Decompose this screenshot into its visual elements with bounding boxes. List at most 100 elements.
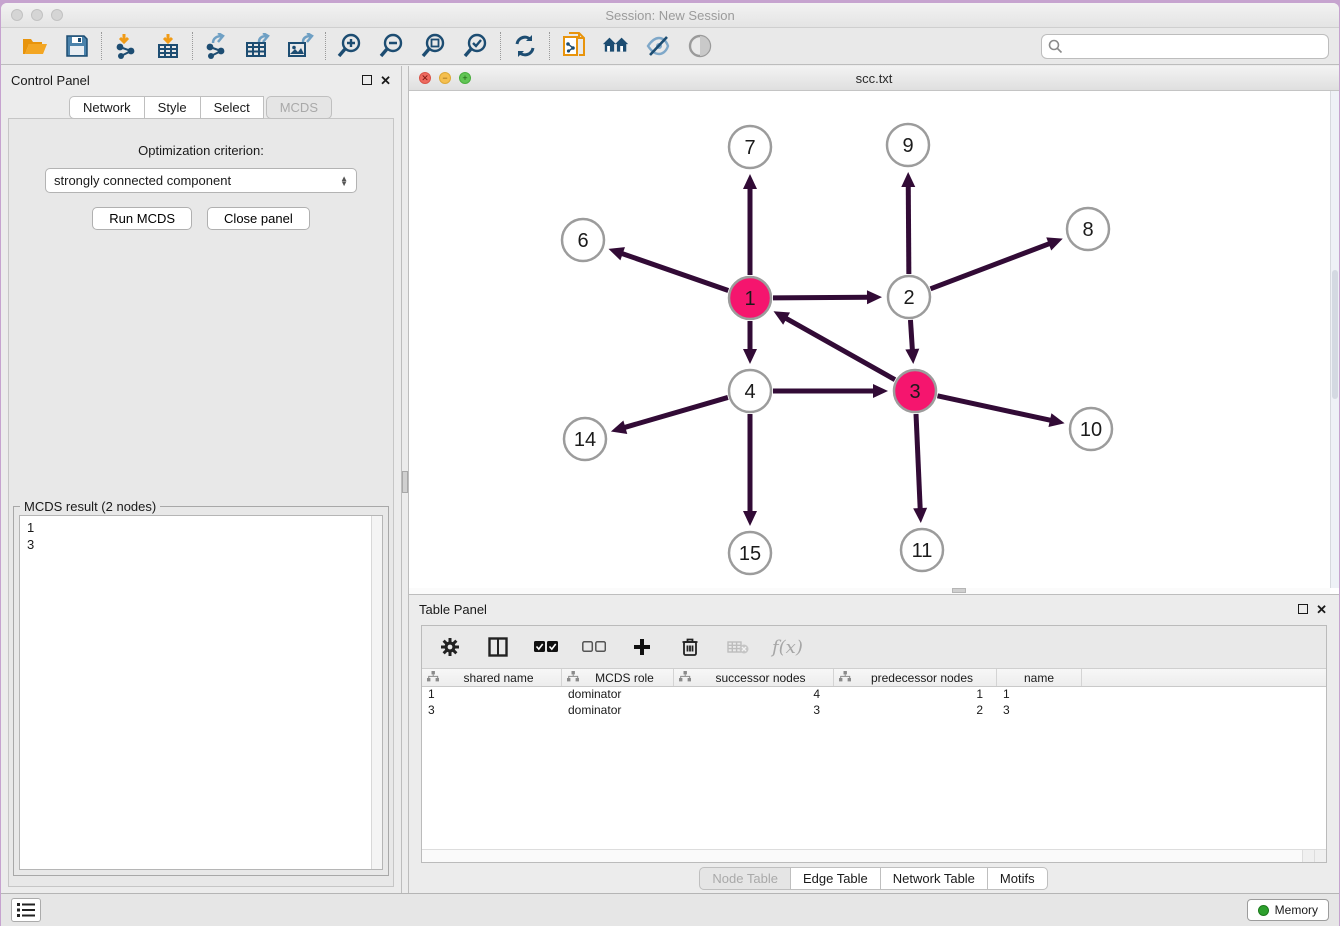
column-layout-icon[interactable]: [484, 633, 512, 661]
control-panel-title: Control Panel: [11, 73, 90, 88]
table-row[interactable]: 3dominator323: [422, 703, 1326, 719]
node-label-9: 9: [902, 135, 913, 157]
column-header-successor-nodes[interactable]: successor nodes: [674, 669, 834, 686]
edge-4-14[interactable]: [623, 397, 728, 427]
run-mcds-button[interactable]: Run MCDS: [92, 207, 192, 230]
control-tabs: NetworkStyleSelectMCDS: [1, 96, 401, 119]
task-history-button[interactable]: [11, 898, 41, 922]
add-column-icon[interactable]: [628, 633, 656, 661]
edge-1-2[interactable]: [773, 297, 869, 298]
edge-3-11[interactable]: [916, 414, 920, 510]
tab-mcds[interactable]: MCDS: [266, 96, 332, 119]
zoom-fit-icon[interactable]: [420, 32, 448, 60]
export-table-icon[interactable]: [245, 32, 273, 60]
flatten-hierarchy-icon: [838, 670, 852, 686]
table-cell[interactable]: 1: [997, 687, 1082, 703]
deselect-all-icon[interactable]: [580, 633, 608, 661]
node-label-14: 14: [574, 429, 596, 451]
save-session-icon[interactable]: [63, 32, 91, 60]
network-canvas[interactable]: 7968124314101511: [409, 91, 1339, 594]
arrowhead-icon: [905, 349, 919, 364]
show-details-icon[interactable]: [686, 32, 714, 60]
criterion-select[interactable]: strongly connected component ▲▼: [45, 168, 357, 193]
column-header-name[interactable]: name: [997, 669, 1082, 686]
column-header-shared-name[interactable]: shared name: [422, 669, 562, 686]
zoom-out-icon[interactable]: [378, 32, 406, 60]
network-graph[interactable]: 7968124314101511: [409, 91, 1330, 588]
status-bar: Memory: [1, 893, 1339, 926]
network-title: scc.txt: [409, 71, 1339, 86]
node-label-6: 6: [577, 230, 588, 252]
table-cell[interactable]: 3: [997, 703, 1082, 719]
criterion-value: strongly connected component: [54, 173, 231, 188]
table-cell[interactable]: dominator: [562, 687, 674, 703]
float-panel-icon[interactable]: [362, 75, 372, 85]
network-titlebar[interactable]: ✕ − + scc.txt: [409, 66, 1339, 91]
node-table[interactable]: shared nameMCDS rolesuccessor nodesprede…: [422, 668, 1326, 849]
table-tabs: Node TableEdge TableNetwork TableMotifs: [409, 863, 1339, 893]
first-neighbors-icon[interactable]: [602, 32, 630, 60]
mcds-result-text[interactable]: 1 3: [19, 515, 383, 870]
select-all-icon[interactable]: [532, 633, 560, 661]
table-cell[interactable]: 2: [834, 703, 997, 719]
tab-style[interactable]: Style: [144, 96, 201, 119]
table-panel: Table Panel ✕: [409, 595, 1339, 893]
arrowhead-icon: [743, 511, 757, 526]
edge-2-9[interactable]: [908, 185, 909, 274]
tab-select[interactable]: Select: [200, 96, 264, 119]
mcds-result-group: MCDS result (2 nodes) 1 3: [13, 506, 389, 876]
arrowhead-icon: [611, 421, 627, 434]
table-row[interactable]: 1dominator411: [422, 687, 1326, 703]
import-table-icon[interactable]: [154, 32, 182, 60]
close-panel-button[interactable]: Close panel: [207, 207, 310, 230]
splitter-handle[interactable]: [402, 471, 408, 493]
refresh-icon[interactable]: [511, 32, 539, 60]
column-header-predecessor-nodes[interactable]: predecessor nodes: [834, 669, 997, 686]
result-scrollbar[interactable]: [371, 516, 382, 869]
close-panel-icon[interactable]: ✕: [380, 74, 391, 87]
network-vscrollbar[interactable]: [1330, 91, 1339, 588]
tab-motifs[interactable]: Motifs: [987, 867, 1048, 890]
column-header-MCDS-role[interactable]: MCDS role: [562, 669, 674, 686]
edge-2-8[interactable]: [931, 243, 1051, 289]
tab-edge-table[interactable]: Edge Table: [790, 867, 881, 890]
table-cell[interactable]: dominator: [562, 703, 674, 719]
node-label-7: 7: [744, 137, 755, 159]
tab-node-table[interactable]: Node Table: [699, 867, 791, 890]
table-cell[interactable]: 3: [674, 703, 834, 719]
search-input[interactable]: [1041, 34, 1329, 59]
memory-button[interactable]: Memory: [1247, 899, 1329, 921]
zoom-in-icon[interactable]: [336, 32, 364, 60]
edge-3-10[interactable]: [937, 396, 1051, 421]
table-hscrollbar[interactable]: [422, 849, 1326, 862]
hide-details-icon[interactable]: [644, 32, 672, 60]
edge-2-3[interactable]: [910, 320, 912, 351]
open-session-icon[interactable]: [21, 32, 49, 60]
edge-1-6[interactable]: [621, 253, 728, 290]
table-cell[interactable]: 4: [674, 687, 834, 703]
table-cell[interactable]: 3: [422, 703, 562, 719]
edge-3-1[interactable]: [785, 318, 895, 380]
arrowhead-icon: [609, 247, 625, 260]
import-network-icon[interactable]: [112, 32, 140, 60]
table-cell[interactable]: 1: [834, 687, 997, 703]
export-image-icon[interactable]: [287, 32, 315, 60]
node-label-2: 2: [903, 287, 914, 309]
table-header-row: shared nameMCDS rolesuccessor nodesprede…: [422, 668, 1326, 687]
main-toolbar: [1, 28, 1339, 65]
arrowhead-icon: [743, 349, 757, 364]
panel-splitter[interactable]: [401, 66, 409, 893]
mcds-result-title: MCDS result (2 nodes): [20, 499, 160, 514]
delete-column-icon[interactable]: [676, 633, 704, 661]
export-network-icon[interactable]: [203, 32, 231, 60]
table-cell[interactable]: 1: [422, 687, 562, 703]
tab-network-table[interactable]: Network Table: [880, 867, 988, 890]
table-settings-icon[interactable]: [436, 633, 464, 661]
close-table-panel-icon[interactable]: ✕: [1316, 603, 1327, 616]
float-table-panel-icon[interactable]: [1298, 604, 1308, 614]
clone-network-icon[interactable]: [560, 32, 588, 60]
zoom-selected-icon[interactable]: [462, 32, 490, 60]
network-hscrollbar[interactable]: [409, 588, 1330, 594]
tab-network[interactable]: Network: [69, 96, 145, 119]
mcds-panel: Optimization criterion: strongly connect…: [8, 118, 394, 887]
